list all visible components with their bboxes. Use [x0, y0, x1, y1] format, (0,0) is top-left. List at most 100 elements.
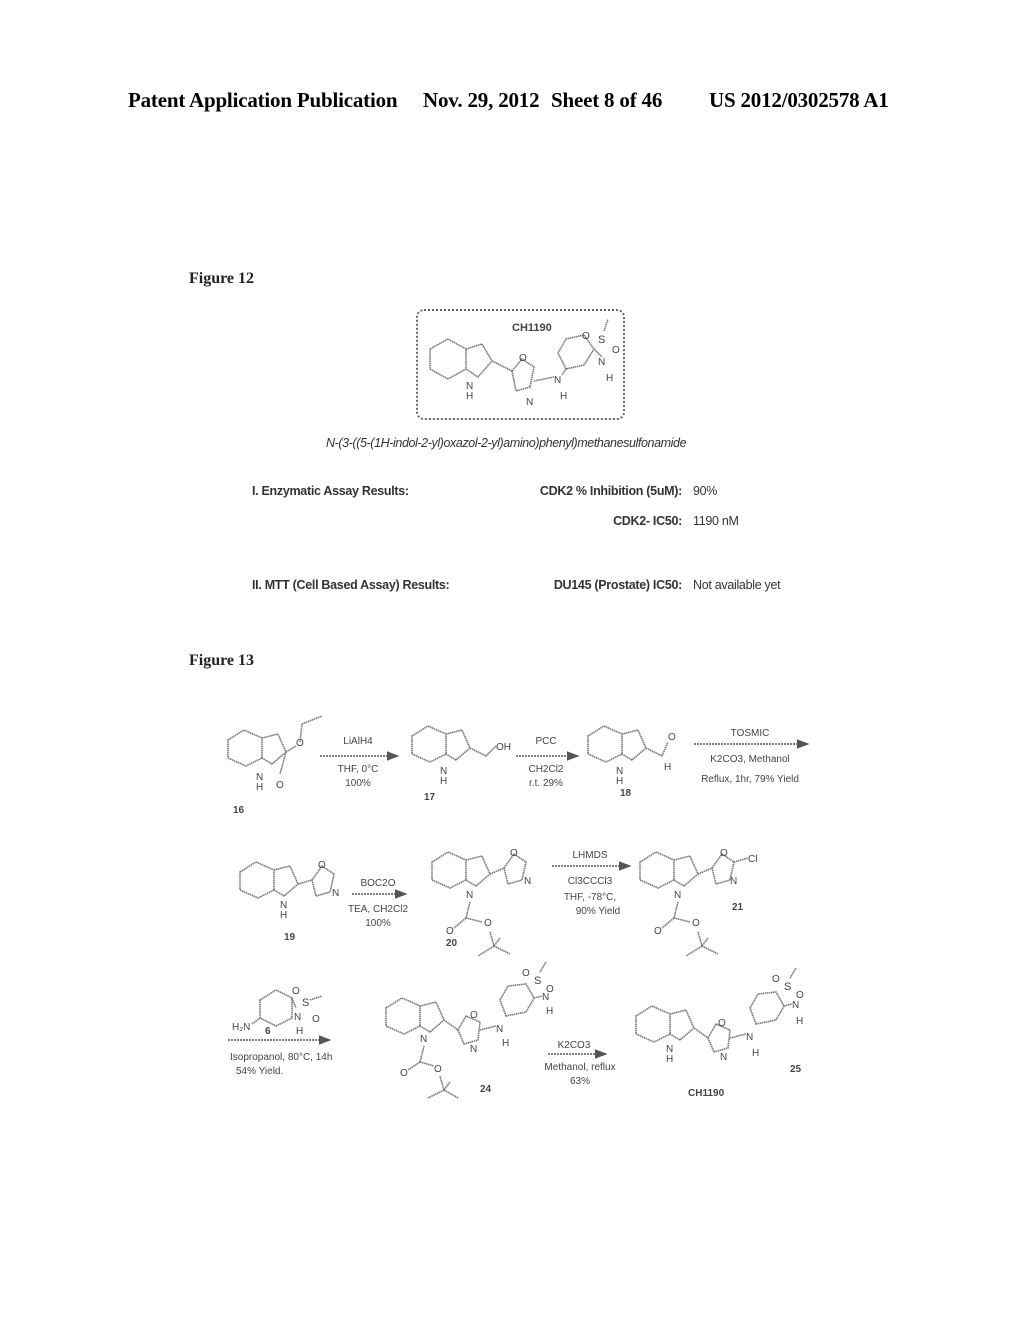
atom-n: N: [526, 397, 533, 408]
publication-date: Nov. 29, 2012: [423, 88, 540, 112]
reagent-2: PCC: [535, 736, 556, 747]
svg-text:H: H: [546, 1006, 553, 1017]
svg-text:O: O: [446, 926, 454, 937]
svg-text:N: N: [496, 1024, 503, 1035]
publication-type: Patent Application Publication: [128, 88, 398, 112]
enzymatic-section-label: I. Enzymatic Assay Results:: [252, 484, 409, 498]
svg-text:N: N: [730, 876, 737, 887]
svg-text:N: N: [792, 1000, 799, 1011]
svg-text:O: O: [312, 1014, 320, 1025]
condition-2a: CH2Cl2: [528, 764, 563, 775]
reagent-1: LiAlH4: [343, 736, 373, 747]
svg-text:H: H: [440, 776, 447, 787]
condition-5b: THF, -78°C,: [564, 892, 616, 903]
svg-text:O: O: [668, 732, 676, 743]
svg-text:O: O: [692, 918, 700, 929]
reagent-5: LHMDS: [572, 850, 607, 861]
svg-text:N: N: [674, 890, 681, 901]
condition-5c: 90% Yield: [576, 906, 620, 917]
condition-3b: Reflux, 1hr, 79% Yield: [701, 774, 799, 785]
atom-s: S: [598, 334, 605, 346]
ch1190-label: CH1190: [688, 1088, 725, 1099]
svg-text:S: S: [302, 997, 309, 1009]
atom-h: H: [466, 391, 473, 402]
svg-text:O: O: [292, 986, 300, 997]
compound-25-label: 25: [790, 1064, 802, 1075]
svg-text:O: O: [296, 738, 304, 749]
svg-text:H: H: [616, 776, 623, 787]
atom-h: H: [606, 373, 613, 384]
svg-text:N: N: [470, 1044, 477, 1055]
svg-text:O: O: [510, 848, 518, 859]
svg-text:O: O: [470, 1010, 478, 1021]
svg-text:O: O: [400, 1068, 408, 1079]
svg-text:N: N: [294, 1012, 301, 1023]
svg-text:N: N: [720, 1052, 727, 1063]
svg-text:O: O: [522, 968, 530, 979]
svg-text:O: O: [484, 918, 492, 929]
svg-text:H: H: [664, 762, 671, 773]
svg-text:H: H: [296, 1026, 303, 1037]
reagent-3: TOSMIC: [731, 728, 770, 739]
svg-text:N: N: [524, 876, 531, 887]
cdk2-ic50-value: 1190 nM: [693, 514, 739, 528]
svg-text:H: H: [666, 1054, 673, 1065]
patent-number: US 2012/0302578 A1: [709, 88, 889, 112]
compound-17-label: 17: [424, 792, 436, 803]
condition-3a: K2CO3, Methanol: [710, 754, 790, 765]
svg-text:H: H: [796, 1016, 803, 1027]
svg-text:O: O: [720, 848, 728, 859]
atom-n: N: [554, 375, 561, 386]
svg-text:S: S: [534, 975, 541, 987]
svg-text:N: N: [420, 1034, 427, 1045]
du145-ic50-label: DU145 (Prostate) IC50:: [553, 578, 682, 592]
svg-text:O: O: [546, 984, 554, 995]
svg-text:OH: OH: [496, 742, 511, 753]
figure-13-label: Figure 13: [189, 652, 255, 669]
compound-16-structure: NH O O: [227, 715, 323, 793]
svg-text:N: N: [332, 888, 339, 899]
condition-7b: 63%: [570, 1076, 590, 1087]
svg-text:H: H: [280, 910, 287, 921]
sheet-number: Sheet 8 of 46: [551, 88, 663, 112]
compound-6-label: 6: [265, 1026, 271, 1037]
compound-16-label: 16: [233, 805, 245, 816]
svg-text:O: O: [772, 974, 780, 985]
svg-text:O: O: [276, 780, 284, 791]
compound-18-structure: O H NH: [587, 725, 676, 787]
condition-1a: THF, 0°C: [338, 764, 379, 775]
condition-1b: 100%: [345, 778, 371, 789]
ch1190-structure: CH1190 N H O N N H N H S O O: [429, 318, 620, 408]
atom-o: O: [519, 353, 527, 364]
compound-19-structure: O N NH: [239, 860, 339, 921]
reagent-4: BOC2O: [360, 878, 395, 889]
reagent-7: K2CO3: [558, 1040, 591, 1051]
du145-ic50-value: Not available yet: [693, 578, 781, 592]
compound-18-label: 18: [620, 788, 632, 799]
synthesis-scheme: NH O O 16 LiAlH4 THF, 0°C 100% NH OH 17 …: [227, 715, 810, 1099]
svg-text:N: N: [466, 890, 473, 901]
figure-12-label: Figure 12: [189, 270, 255, 287]
condition-6a: Isopropanol, 80°C, 14h: [230, 1052, 332, 1063]
atom-o: O: [612, 345, 620, 356]
svg-text:N: N: [746, 1032, 753, 1043]
compound-24-label: 24: [480, 1084, 492, 1095]
cdk2-inhibition-label: CDK2 % Inhibition (5uM):: [539, 484, 682, 498]
condition-5a: Cl3CCCl3: [568, 876, 613, 887]
svg-text:S: S: [784, 981, 791, 993]
condition-7a: Methanol, reflux: [544, 1062, 615, 1073]
condition-2b: r.t. 29%: [529, 778, 563, 789]
atom-n: N: [598, 357, 605, 368]
compound-6-structure: H₂N N H S O O: [232, 986, 323, 1037]
condition-4a: TEA, CH2Cl2: [348, 904, 408, 915]
svg-text:O: O: [434, 1064, 442, 1075]
condition-4b: 100%: [365, 918, 391, 929]
svg-text:Cl: Cl: [748, 854, 757, 865]
compound-20-label: 20: [446, 938, 458, 949]
svg-text:H: H: [752, 1048, 759, 1059]
mtt-section-label: II. MTT (Cell Based Assay) Results:: [252, 578, 450, 592]
svg-text:O: O: [654, 926, 662, 937]
cdk2-inhibition-value: 90%: [693, 484, 718, 498]
compound-24-structure: O N N H N H S O O N O O: [385, 961, 554, 1099]
svg-text:H: H: [502, 1038, 509, 1049]
